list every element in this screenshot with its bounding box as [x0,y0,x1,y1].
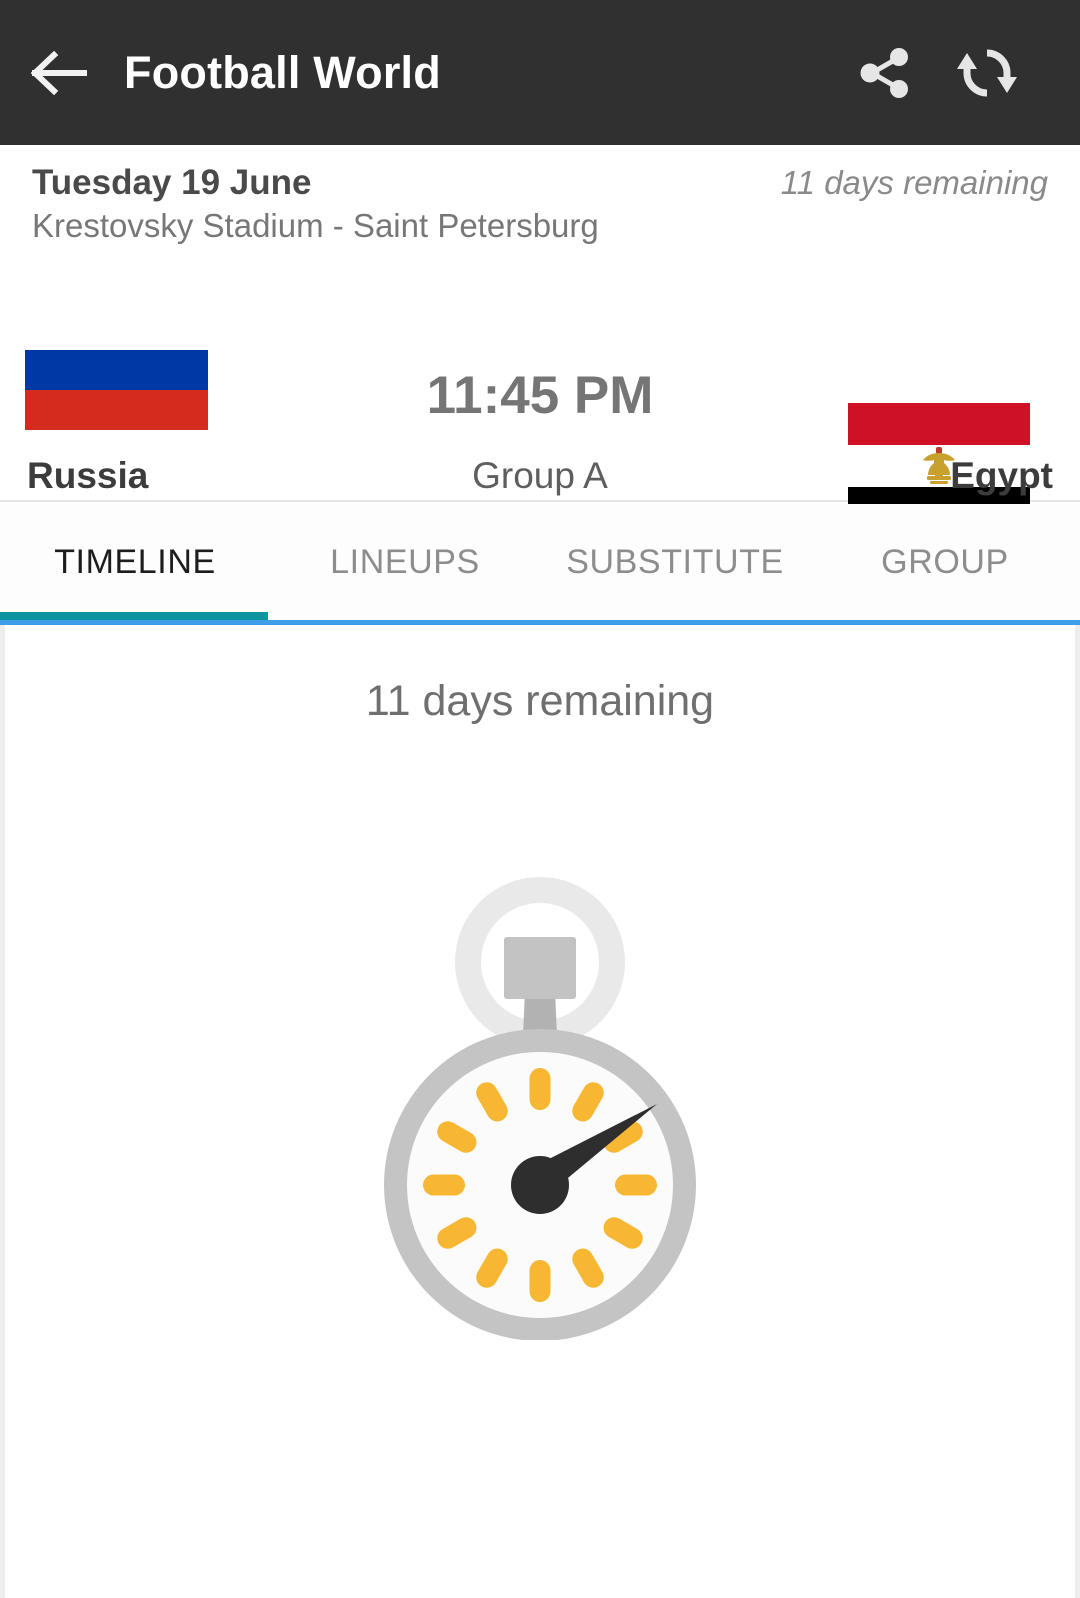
app-bar-actions [834,0,1080,145]
share-icon [860,47,908,98]
tab-substitute[interactable]: SUBSTITUTE [540,543,810,582]
arrow-left-icon [31,50,87,95]
refresh-icon [957,49,1017,96]
match-venue: Krestovsky Stadium - Saint Petersburg [32,207,599,244]
match-summary-card[interactable]: Tuesday 19 June 11 days remaining Kresto… [0,145,1080,529]
top-app-bar: Football World [0,0,1080,145]
stopwatch-illustration [5,840,1075,1340]
tab-bar: TIMELINE LINEUPS SUBSTITUTE GROUP [0,504,1080,620]
share-button[interactable] [834,0,936,145]
match-meta-row: Tuesday 19 June 11 days remaining [0,145,1080,203]
match-countdown: 11 days remaining [780,164,1048,201]
page-title: Football World [124,46,441,98]
timeline-content-panel: 11 days remaining [0,625,1080,1598]
match-kickoff-time: 11:45 PM [426,366,654,425]
teams-row: 11:45 PM Russia Group A Egypt [0,265,1080,529]
match-group-label: Group A [472,455,608,496]
countdown-message: 11 days remaining [365,677,715,725]
tab-group[interactable]: GROUP [810,543,1080,582]
tab-lineups[interactable]: LINEUPS [270,543,540,582]
back-button[interactable] [0,0,118,145]
app-screen: Football World Tuesday 19 June 11 days r… [0,0,1080,1598]
tab-timeline[interactable]: TIMELINE [0,543,270,582]
stopwatch-icon [384,877,696,1340]
match-date: Tuesday 19 June [32,163,312,202]
away-team-name: Egypt [950,455,1053,496]
refresh-button[interactable] [936,0,1038,145]
